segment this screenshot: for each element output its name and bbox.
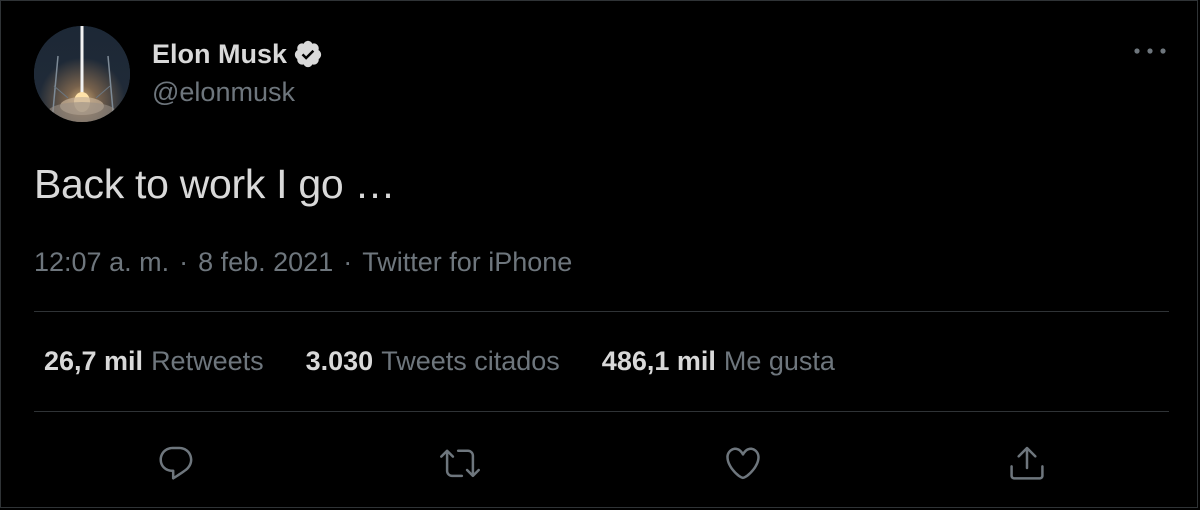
- rocket-launch-avatar-image: [34, 26, 130, 122]
- verified-badge-icon: [293, 39, 323, 69]
- author-handle[interactable]: @elonmusk: [152, 77, 295, 108]
- reply-button[interactable]: [154, 441, 198, 485]
- engagement-stats: 26,7 mil Retweets 3.030 Tweets citados 486…: [44, 346, 877, 377]
- stat-value: 486,1 mil: [601, 346, 716, 376]
- retweet-button[interactable]: [438, 441, 482, 485]
- like-button[interactable]: [721, 441, 765, 485]
- stat-quote-tweets[interactable]: 3.030 Tweets citados: [306, 346, 560, 377]
- tweet-metadata: 12:07 a. m. · 8 feb. 2021 · Twitter for iPho…: [34, 247, 572, 278]
- heart-icon: [726, 447, 760, 480]
- divider: [34, 411, 1169, 412]
- stat-retweets[interactable]: 26,7 mil Retweets: [44, 346, 264, 377]
- stat-value: 26,7 mil: [44, 346, 144, 376]
- stat-label: Me gusta: [723, 346, 835, 376]
- divider: [34, 311, 1169, 312]
- more-options-icon[interactable]: [1131, 37, 1169, 65]
- tweet-time[interactable]: 12:07 a. m.: [34, 247, 169, 277]
- stat-likes[interactable]: 486,1 mil Me gusta: [602, 346, 835, 377]
- tweet-text: Back to work I go …: [34, 161, 396, 207]
- author-name-row[interactable]: Elon Musk: [152, 37, 323, 71]
- stat-label: Retweets: [151, 346, 264, 376]
- action-bar: [1, 441, 1199, 485]
- retweet-icon: [440, 449, 480, 478]
- avatar[interactable]: [34, 26, 130, 122]
- tweet-card: Elon Musk @elonmusk Back to work I go … …: [0, 0, 1198, 508]
- reply-bubble-icon: [159, 446, 193, 480]
- meta-separator: ·: [343, 247, 353, 277]
- share-icon: [1010, 446, 1044, 480]
- share-button[interactable]: [1005, 441, 1049, 485]
- stat-value: 3.030: [305, 346, 374, 376]
- tweet-source[interactable]: Twitter for iPhone: [362, 247, 572, 277]
- stat-label: Tweets citados: [381, 346, 560, 376]
- meta-separator: ·: [179, 247, 189, 277]
- tweet-date[interactable]: 8 feb. 2021: [198, 247, 333, 277]
- display-name[interactable]: Elon Musk: [152, 39, 287, 70]
